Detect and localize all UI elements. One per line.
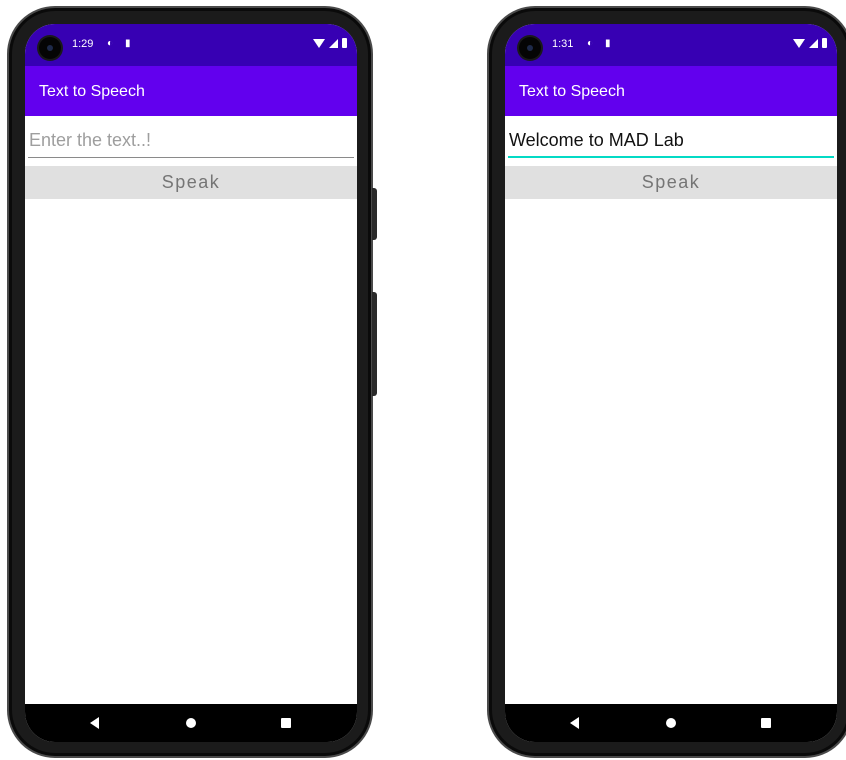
app-title: Text to Speech: [39, 83, 145, 100]
text-input[interactable]: [508, 124, 834, 158]
wifi-icon: [313, 38, 325, 48]
speak-button[interactable]: Speak: [25, 166, 357, 199]
status-time: 1:31: [552, 38, 574, 50]
app-title: Text to Speech: [519, 83, 625, 100]
signal-icon: [329, 38, 338, 48]
battery-icon: [342, 38, 347, 48]
status-icons: [793, 38, 827, 48]
status-icons: [313, 38, 347, 48]
text-input[interactable]: [28, 124, 354, 158]
signal-icon: [809, 38, 818, 48]
recents-icon[interactable]: [281, 718, 291, 728]
phone-screen: 1:31 ◐ ▮ Text to Speech Speak: [505, 24, 837, 742]
power-button[interactable]: [372, 188, 377, 240]
battery-icon: [822, 38, 827, 48]
camera-icon: [519, 37, 541, 59]
recents-icon[interactable]: [761, 718, 771, 728]
phone-right: 1:31 ◐ ▮ Text to Speech Speak: [487, 6, 846, 758]
navigation-bar: [25, 704, 357, 742]
status-time: 1:29: [72, 38, 94, 50]
back-icon[interactable]: [570, 717, 579, 729]
camera-icon: [39, 37, 61, 59]
app-bar: Text to Speech: [25, 66, 357, 116]
dnd-icon: ◐: [587, 38, 594, 49]
status-bar: 1:31 ◐ ▮: [505, 24, 837, 66]
home-icon[interactable]: [666, 718, 676, 728]
dnd-icon: ◐: [107, 38, 114, 49]
wifi-icon: [793, 38, 805, 48]
home-icon[interactable]: [186, 718, 196, 728]
sd-card-icon: ▮: [125, 38, 131, 49]
back-icon[interactable]: [90, 717, 99, 729]
status-bar: 1:29 ◐ ▮: [25, 24, 357, 66]
navigation-bar: [505, 704, 837, 742]
phone-left: 1:29 ◐ ▮ Text to Speech Speak: [7, 6, 377, 758]
sd-card-icon: ▮: [605, 38, 611, 49]
speak-button[interactable]: Speak: [505, 166, 837, 199]
phone-screen: 1:29 ◐ ▮ Text to Speech Speak: [25, 24, 357, 742]
volume-button[interactable]: [372, 292, 377, 396]
app-bar: Text to Speech: [505, 66, 837, 116]
